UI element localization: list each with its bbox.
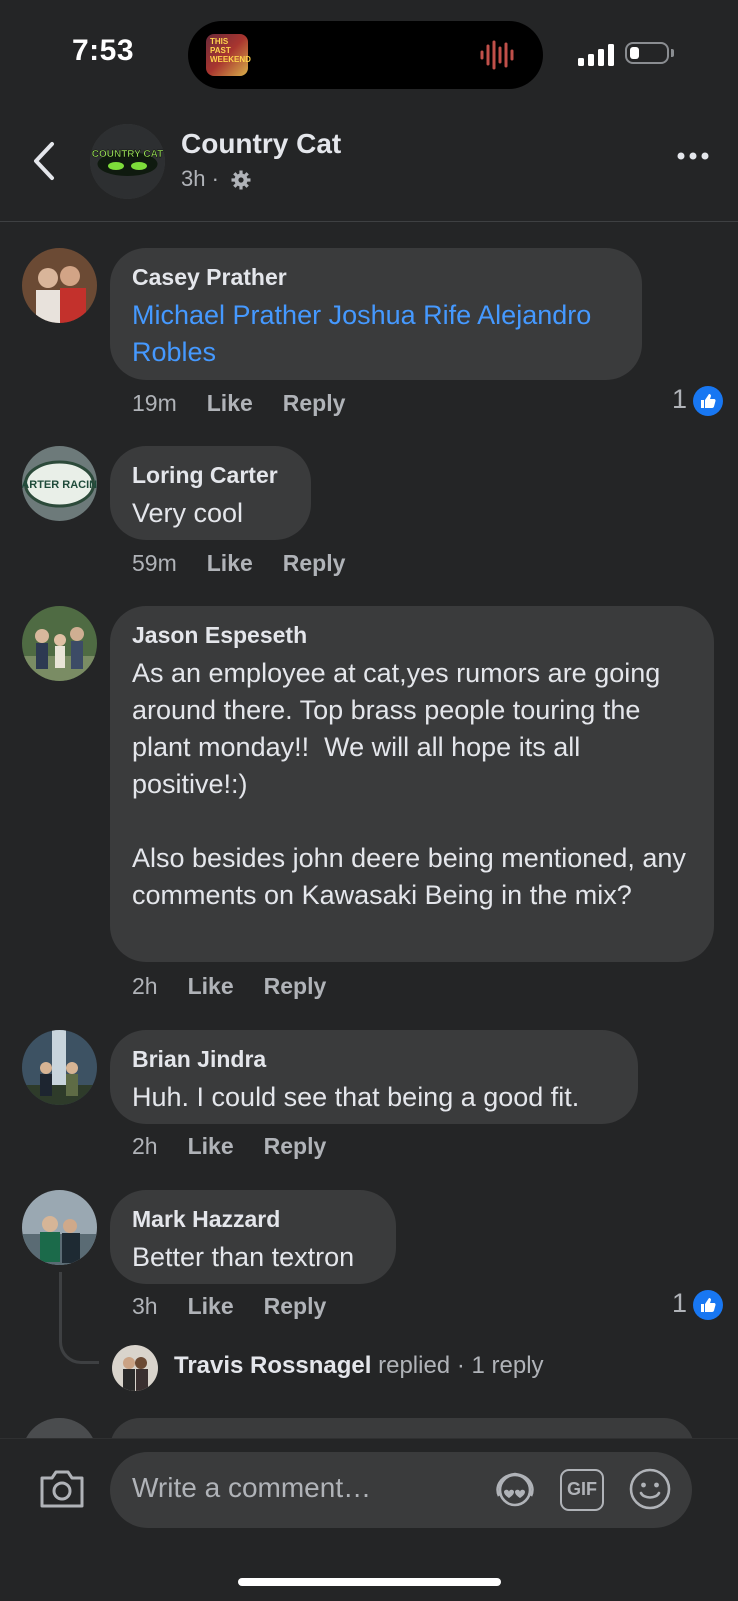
header-divider [0, 221, 738, 222]
commenter-avatar[interactable] [22, 1190, 97, 1265]
like-button[interactable]: Like [188, 973, 234, 1000]
reply-author: Travis Rossnagel [174, 1352, 372, 1379]
comment-input-placeholder[interactable]: Write a comment… [132, 1472, 371, 1504]
signal-icon [578, 44, 614, 66]
comment-text: Better than textron [132, 1242, 355, 1272]
comment-actions: 3h Like Reply [132, 1293, 356, 1320]
page-title[interactable]: Country Cat [181, 128, 341, 160]
comment-author[interactable]: Casey Prather [132, 264, 620, 291]
view-replies-link[interactable]: Travis Rossnagel replied · 1 reply [174, 1352, 544, 1380]
reply-avatar[interactable] [112, 1345, 158, 1391]
comment-bubble[interactable]: Brian Jindra Huh. I could see that being… [110, 1030, 638, 1124]
comment-time: 59m [132, 550, 177, 576]
comment-actions: 2h Like Reply [132, 973, 356, 1000]
comment-actions: 19m Like Reply [132, 390, 375, 417]
comment-actions: 59m Like Reply [132, 550, 375, 577]
battery-tip [671, 49, 674, 57]
comment-bubble[interactable]: Jason Espeseth As an employee at cat,yes… [110, 606, 714, 962]
album-art-text: THIS PAST WEEKEND [210, 37, 251, 64]
reply-count: · 1 reply [456, 1352, 544, 1379]
commenter-avatar[interactable]: CARTER RACING [22, 446, 97, 521]
reply-button[interactable]: Reply [283, 390, 346, 417]
commenter-avatar[interactable] [22, 1030, 97, 1105]
gif-icon[interactable]: GIF [560, 1469, 604, 1511]
avatar-sticker-icon[interactable] [493, 1468, 537, 1512]
reply-thread-line [59, 1272, 99, 1364]
comment-author[interactable]: Brian Jindra [132, 1046, 616, 1073]
commenter-avatar[interactable] [22, 248, 97, 323]
post-age: 3h · [181, 166, 219, 191]
back-chevron-icon[interactable] [30, 140, 58, 182]
like-icon [693, 385, 724, 416]
home-indicator[interactable] [238, 1578, 501, 1586]
comment-time: 3h [132, 1293, 158, 1319]
reaction-number: 1 [672, 384, 688, 414]
reply-button[interactable]: Reply [264, 973, 327, 1000]
like-button[interactable]: Like [188, 1293, 234, 1320]
page-avatar[interactable]: COUNTRY CAT [90, 124, 165, 199]
camera-icon[interactable] [38, 1468, 86, 1510]
gear-icon [231, 170, 251, 190]
reaction-count[interactable]: 1 [672, 384, 724, 416]
commenter-avatar[interactable] [22, 606, 97, 681]
avatar-logo-text: CARTER RACING [22, 479, 97, 491]
comment-time: 2h [132, 973, 158, 999]
waveform-icon [480, 40, 514, 70]
like-button[interactable]: Like [188, 1133, 234, 1160]
reply-button[interactable]: Reply [264, 1293, 327, 1320]
emoji-icon[interactable] [628, 1467, 672, 1511]
like-icon [693, 1289, 724, 1320]
page-avatar-logo-text: COUNTRY CAT [92, 149, 163, 160]
comment-author[interactable]: Mark Hazzard [132, 1206, 374, 1233]
reaction-number: 1 [672, 1288, 688, 1318]
comment-bubble[interactable]: Mark Hazzard Better than textron [110, 1190, 396, 1284]
comment-bubble[interactable]: Loring Carter Very cool [110, 446, 311, 540]
reply-button[interactable]: Reply [283, 550, 346, 577]
comment-author[interactable]: Loring Carter [132, 462, 289, 489]
like-button[interactable]: Like [207, 550, 253, 577]
reply-action: replied [378, 1352, 451, 1379]
comment-text: Huh. I could see that being a good fit. [132, 1082, 580, 1112]
comment-time: 2h [132, 1133, 158, 1159]
album-art-thumbnail: THIS PAST WEEKEND [206, 34, 251, 76]
more-icon[interactable] [676, 150, 710, 162]
comment-mentions[interactable]: Michael Prather Joshua Rife Alejandro Ro… [132, 297, 620, 371]
comment-text: Very cool [132, 498, 244, 528]
comment-actions: 2h Like Reply [132, 1133, 356, 1160]
status-time: 7:53 [72, 34, 135, 67]
comment-text: As an employee at cat,yes rumors are goi… [132, 658, 686, 910]
comment-bubble[interactable]: Casey Prather Michael Prather Joshua Rif… [110, 248, 642, 380]
comment-author[interactable]: Jason Espeseth [132, 622, 692, 649]
like-button[interactable]: Like [207, 390, 253, 417]
reaction-count[interactable]: 1 [672, 1288, 724, 1320]
comment-time: 19m [132, 390, 177, 416]
battery-icon [625, 42, 669, 64]
reply-button[interactable]: Reply [264, 1133, 327, 1160]
